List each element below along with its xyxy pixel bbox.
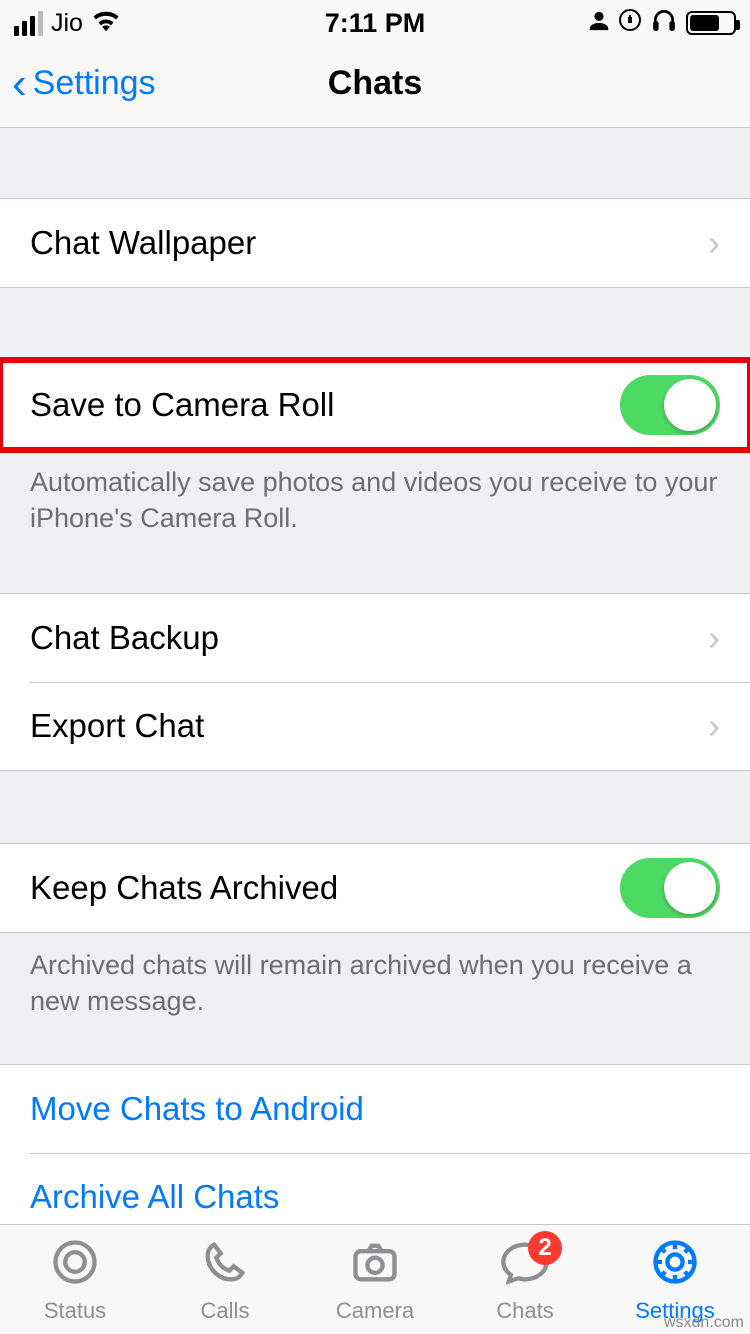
back-button[interactable]: ‹ Settings	[0, 62, 156, 106]
tab-label: Chats	[496, 1298, 553, 1324]
row-keep-archived[interactable]: Keep Chats Archived	[0, 844, 750, 932]
row-label: Chat Backup	[30, 619, 219, 657]
content-scroll[interactable]: Chat Wallpaper › Save to Camera Roll Aut…	[0, 128, 750, 1224]
back-label: Settings	[33, 64, 156, 103]
footer-note-camera-roll: Automatically save photos and videos you…	[0, 450, 750, 537]
row-chat-wallpaper[interactable]: Chat Wallpaper ›	[0, 199, 750, 287]
headphones-icon	[650, 7, 678, 40]
footer-note-archived: Archived chats will remain archived when…	[0, 933, 750, 1020]
tab-camera[interactable]: Camera	[300, 1225, 450, 1334]
row-label: Save to Camera Roll	[30, 386, 334, 424]
status-bar: Jio 7:11 PM	[0, 0, 750, 40]
watermark: wsxdn.com	[664, 1314, 744, 1332]
gear-icon	[649, 1236, 701, 1294]
carrier-label: Jio	[51, 9, 83, 38]
tab-bar: Status Calls Camera 2 Chats Settings	[0, 1224, 750, 1334]
chevron-right-icon: ›	[708, 705, 720, 747]
group-backup-export: Chat Backup › Export Chat ›	[0, 593, 750, 771]
toggle-save-camera-roll[interactable]	[620, 375, 720, 435]
row-move-android[interactable]: Move Chats to Android	[0, 1065, 750, 1153]
orientation-lock-icon	[618, 8, 642, 39]
status-right	[588, 7, 736, 40]
spacer	[0, 288, 750, 360]
battery-icon	[686, 11, 736, 35]
chevron-right-icon: ›	[708, 617, 720, 659]
row-chat-backup[interactable]: Chat Backup ›	[0, 594, 750, 682]
status-left: Jio	[14, 8, 121, 39]
row-archive-all[interactable]: Archive All Chats	[0, 1153, 750, 1224]
camera-icon	[349, 1236, 401, 1294]
spacer	[0, 771, 750, 843]
row-label: Keep Chats Archived	[30, 869, 338, 907]
row-label: Chat Wallpaper	[30, 224, 256, 262]
tab-label: Calls	[201, 1298, 250, 1324]
spacer	[0, 537, 750, 593]
toggle-keep-archived[interactable]	[620, 858, 720, 918]
spacer	[0, 1020, 750, 1064]
row-label: Archive All Chats	[30, 1178, 279, 1216]
user-icon	[588, 8, 610, 39]
group-wallpaper: Chat Wallpaper ›	[0, 198, 750, 288]
tab-chats[interactable]: 2 Chats	[450, 1225, 600, 1334]
group-chat-actions: Move Chats to Android Archive All Chats …	[0, 1064, 750, 1224]
spacer	[0, 128, 750, 198]
row-save-camera-roll[interactable]: Save to Camera Roll	[0, 361, 750, 449]
signal-bars-icon	[14, 11, 43, 36]
row-label: Move Chats to Android	[30, 1090, 364, 1128]
group-keep-archived: Keep Chats Archived	[0, 843, 750, 933]
tab-status[interactable]: Status	[0, 1225, 150, 1334]
chevron-right-icon: ›	[708, 222, 720, 264]
phone-icon	[199, 1236, 251, 1294]
tab-label: Camera	[336, 1298, 414, 1324]
nav-header: ‹ Settings Chats	[0, 40, 750, 128]
tab-calls[interactable]: Calls	[150, 1225, 300, 1334]
row-export-chat[interactable]: Export Chat ›	[0, 682, 750, 770]
chevron-left-icon: ‹	[12, 62, 27, 106]
status-icon	[49, 1236, 101, 1294]
wifi-icon	[91, 8, 121, 39]
tab-badge: 2	[528, 1231, 562, 1265]
tab-label: Status	[44, 1298, 106, 1324]
row-label: Export Chat	[30, 707, 204, 745]
group-save-camera-roll: Save to Camera Roll	[0, 360, 750, 450]
